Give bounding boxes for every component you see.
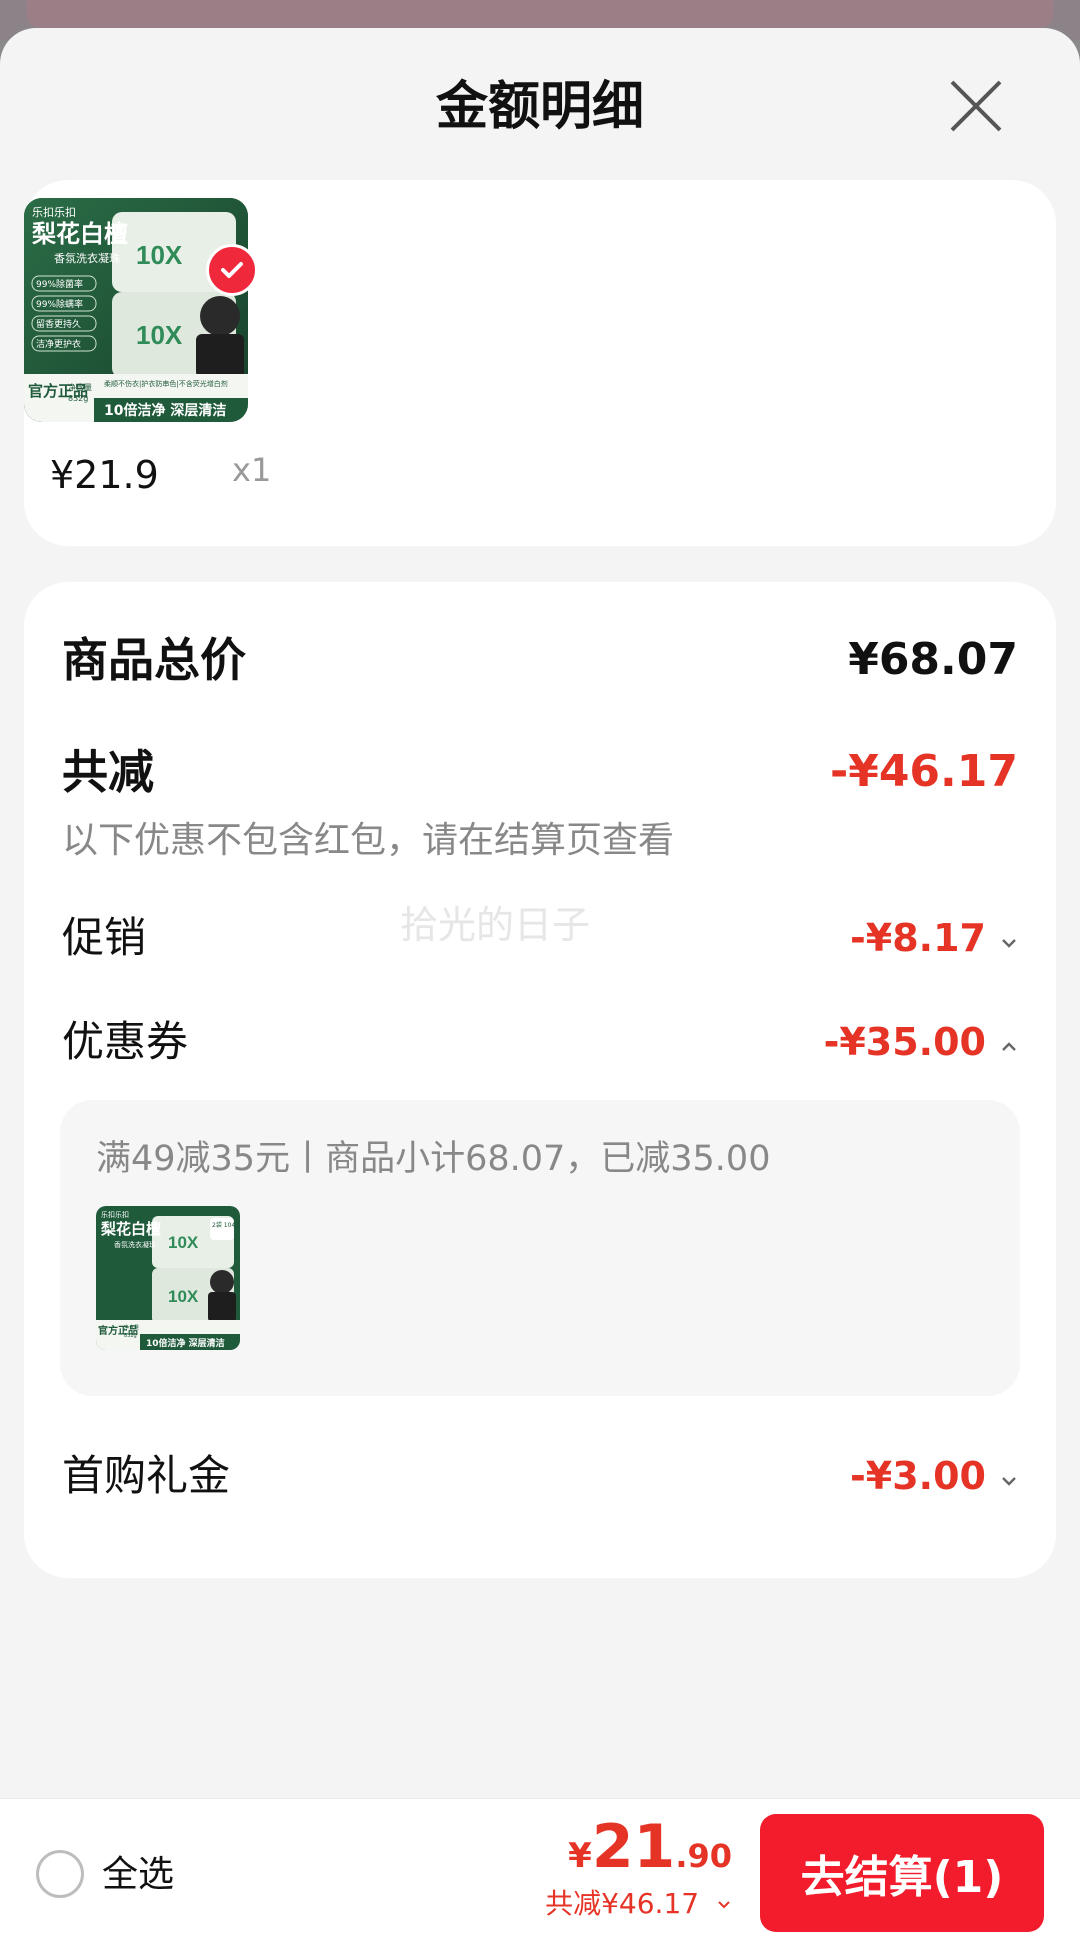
thumb-net: 净含量	[68, 382, 92, 392]
thumb-subtitle: 香氛洗衣凝珠	[54, 251, 120, 265]
payable-yen-sign: ¥	[568, 1836, 592, 1876]
svg-text:10X: 10X	[168, 1233, 199, 1252]
first-purchase-gift-value: -¥3.00	[850, 1454, 986, 1498]
thumb-brand: 乐扣乐扣	[32, 205, 76, 219]
coupon-value: -¥35.00	[823, 1020, 986, 1064]
close-button[interactable]	[944, 74, 1008, 138]
thumb-tag-3: 留香更持久	[36, 318, 81, 330]
payable-decimal: .90	[675, 1837, 732, 1875]
thumb-tag-4: 洁净更护衣	[36, 338, 81, 350]
thumb-title: 梨花白檀	[32, 220, 128, 248]
total-reduce-label: 共减	[62, 745, 154, 799]
coupon-row-toggle[interactable]: -¥35.00	[824, 1012, 1018, 1080]
coupon-product-image: 10X 10X 2袋 104颗 乐扣乐扣 梨花白檀 香氛洗衣凝珠 官方正品 净含…	[96, 1206, 240, 1350]
item-price: ¥21.9	[50, 453, 159, 497]
select-all-checkbox[interactable]	[36, 1850, 84, 1898]
thumb-tag-2: 99%除螨率	[36, 298, 83, 310]
coupon-description: 满49减35元丨商品小计68.07，已减35.00	[96, 1139, 771, 1179]
selected-check-badge[interactable]	[206, 244, 258, 296]
thumb-slogan: 10倍洁净 深层清洁	[104, 402, 226, 419]
coupon-thumb-weight: 832g	[124, 1333, 137, 1339]
checkout-button[interactable]: 去结算(1)	[760, 1814, 1044, 1932]
svg-text:10X: 10X	[136, 320, 183, 350]
product-image[interactable]: 10X 10X 乐扣乐扣 梨花白檀 香氛洗衣凝珠 99%除菌率 99%除螨率 留…	[24, 198, 248, 422]
coupon-thumb-subtitle: 香氛洗衣凝珠	[114, 1240, 156, 1249]
amount-detail-card	[24, 582, 1056, 1578]
watermark: 拾光的日子	[400, 903, 591, 947]
check-icon	[221, 262, 243, 278]
total-price-label: 商品总价	[62, 633, 246, 687]
gift-row-toggle[interactable]: -¥3.00	[850, 1446, 1018, 1514]
first-purchase-gift-label: 首购礼金	[62, 1451, 231, 1500]
underlying-page-strip	[26, 0, 1054, 28]
coupon-thumb-brand: 乐扣乐扣	[101, 1210, 129, 1219]
thumb-weight: 832g	[68, 394, 88, 403]
select-all-label[interactable]: 全选	[102, 1850, 174, 1900]
thumb-banner: 柔顺不伤衣|护衣防串色|不含荧光增白剂	[104, 379, 228, 388]
promo-row-toggle[interactable]: -¥8.17	[850, 908, 1018, 976]
total-price-value: ¥68.07	[848, 634, 1018, 685]
reduce-note: 以下优惠不包含红包，请在结算页查看	[62, 820, 675, 861]
item-quantity: x1	[232, 451, 272, 489]
coupon-thumb-badge: 2袋 104颗	[212, 1221, 240, 1229]
saved-amount: 共减¥46.17	[545, 1887, 700, 1920]
promo-label: 促销	[62, 913, 147, 962]
coupon-thumb-net: 净含量	[124, 1324, 139, 1331]
coupon-label: 优惠券	[62, 1017, 189, 1066]
close-icon[interactable]	[944, 74, 1008, 138]
sheet-title: 金额明细	[435, 77, 644, 137]
payable-integer: 21	[591, 1812, 676, 1882]
chevron-down-icon	[1002, 938, 1016, 948]
saved-amount-toggle[interactable]: 共减¥46.17	[545, 1884, 732, 1924]
promo-value: -¥8.17	[850, 916, 986, 960]
coupon-thumb-title: 梨花白檀	[100, 1220, 161, 1238]
svg-text:10X: 10X	[168, 1287, 199, 1306]
chevron-down-icon	[718, 1901, 730, 1909]
chevron-up-icon	[1002, 1041, 1016, 1051]
thumb-tag-1: 99%除菌率	[36, 278, 83, 290]
svg-text:10X: 10X	[136, 240, 183, 270]
payable-total: ¥21.90	[568, 1812, 732, 1884]
coupon-thumb-slogan: 10倍洁净 深层清洁	[146, 1337, 225, 1349]
total-reduce-value: -¥46.17	[829, 746, 1018, 797]
chevron-down-icon	[1002, 1476, 1016, 1486]
coupon-detail-box: 满49减35元丨商品小计68.07，已减35.00 10X 10X 2袋 104…	[60, 1100, 1020, 1396]
